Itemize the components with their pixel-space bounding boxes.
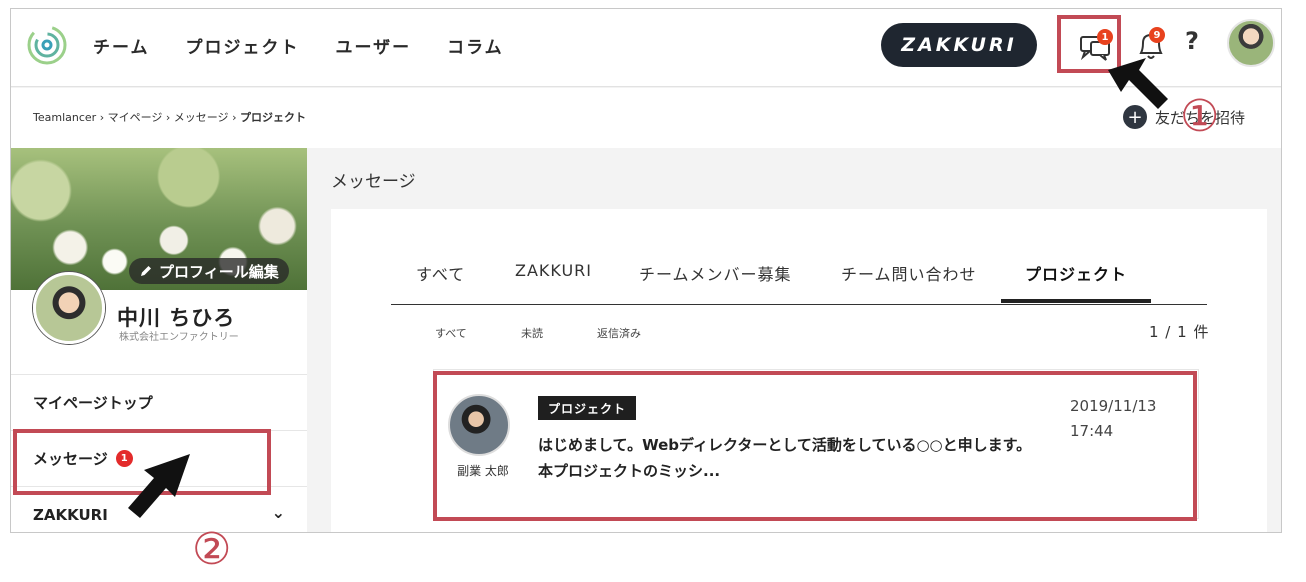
annotation-number-2: ② [192,524,231,575]
arrow-pointer-icon [128,454,190,518]
annotation-overlay: ① ② [128,58,1219,575]
arrow-pointer-icon [1108,58,1168,109]
annotation-number-1: ① [1180,91,1219,142]
